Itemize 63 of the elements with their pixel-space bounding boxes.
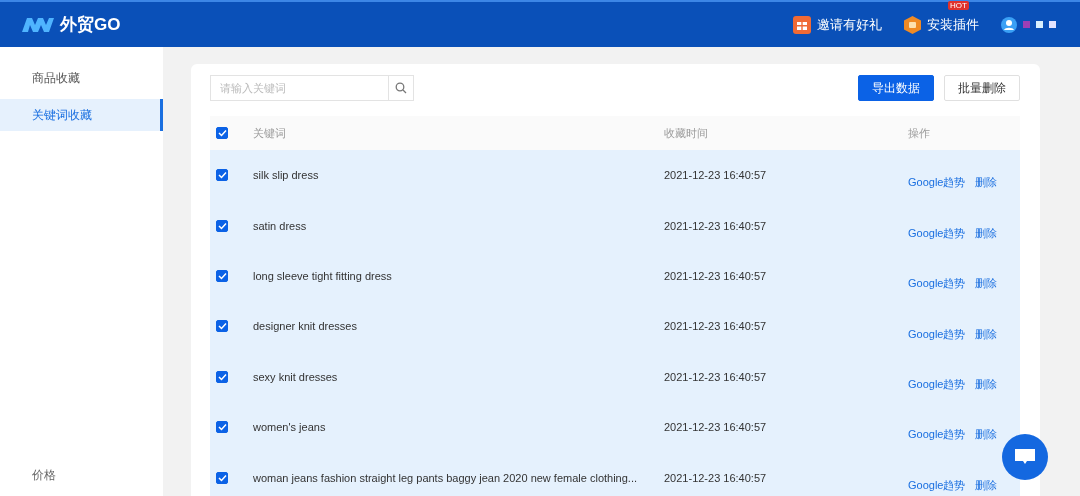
table-cell-text: silk slip dress: [253, 169, 320, 182]
action-link[interactable]: 删除: [975, 376, 998, 392]
header-link[interactable]: 安装插件: [904, 15, 979, 34]
table-cell-text: woman jeans fashion straight leg pants baggy jean 2020 new female clothing...: [253, 471, 639, 484]
action-link[interactable]: 删除: [975, 276, 998, 292]
table-cell-text: sexy knit dresses: [253, 370, 339, 383]
table-row[interactable]: satin dress 2021-12-23 16:40:57 Google趋势 删除: [210, 200, 1020, 251]
action-link[interactable]: Google趋势: [908, 276, 966, 292]
table-row[interactable]: women's jeans 2021-12-23 16:40:57 Google趋势 删除: [210, 401, 1020, 453]
logo-text: 外贸GO: [60, 14, 121, 36]
export-button[interactable]: 导出数据: [858, 75, 934, 101]
gift-icon: [793, 15, 811, 34]
table-cell-text: 2021-12-23 16:40:57: [664, 471, 768, 484]
table-row[interactable]: designer knit dresses 2021-12-23 16:40:57 Google趋势 删除: [210, 301, 1020, 352]
action-link[interactable]: Google趋势: [908, 376, 966, 392]
sidebar-item[interactable]: 商品收藏: [0, 62, 163, 94]
search-field[interactable]: 请输入关键词: [210, 75, 388, 101]
avatar-icon[interactable]: [1001, 16, 1017, 33]
table-cell-text: 2021-12-23 16:40:57: [664, 370, 768, 383]
table-cell-text: satin dress: [253, 219, 308, 232]
logo-icon: [22, 17, 54, 32]
column-header: 操作: [908, 125, 931, 141]
chat-icon: [1014, 448, 1036, 466]
action-link[interactable]: Google趋势: [908, 175, 966, 191]
sidebar-item[interactable]: 价格: [0, 467, 163, 484]
table-cell-text: 2021-12-23 16:40:57: [664, 169, 768, 182]
action-link[interactable]: Google趋势: [908, 326, 966, 342]
checkbox[interactable]: [216, 127, 228, 139]
table-row[interactable]: woman jeans fashion straight leg pants baggy jean 2020 new female clothing... 2021-12-23 16:40:57 Google趋势 删除: [210, 452, 1020, 496]
checkbox[interactable]: [216, 421, 228, 434]
sidebar-item[interactable]: 关键词收藏: [0, 99, 163, 131]
table-cell-text: 2021-12-23 16:40:57: [664, 219, 768, 232]
checkbox[interactable]: [216, 320, 228, 333]
action-link[interactable]: 删除: [975, 175, 998, 191]
delete-button[interactable]: 批量删除: [944, 75, 1020, 101]
column-header: 收藏时间: [664, 125, 709, 141]
action-link[interactable]: Google趋势: [908, 427, 966, 443]
hot-badge: HOT: [948, 1, 969, 10]
table-cell-text: designer knit dresses: [253, 320, 358, 333]
hexagon-icon: [904, 15, 921, 34]
header-link[interactable]: 邀请有好礼: [793, 15, 882, 34]
checkbox[interactable]: [216, 219, 228, 232]
table-cell-text: women's jeans: [253, 421, 327, 434]
table-cell-text: long sleeve tight fitting dress: [253, 269, 393, 282]
table-row[interactable]: long sleeve tight fitting dress 2021-12-23 16:40:57 Google趋势 删除: [210, 250, 1020, 302]
action-link[interactable]: Google趋势: [908, 477, 966, 493]
search-icon: [395, 82, 407, 94]
checkbox[interactable]: [216, 169, 228, 182]
table-row[interactable]: sexy knit dresses 2021-12-23 16:40:57 Google趋势 删除: [210, 351, 1020, 402]
action-link[interactable]: 删除: [975, 326, 998, 342]
table-cell-text: 2021-12-23 16:40:57: [664, 269, 768, 282]
table-cell-text: 2021-12-23 16:40:57: [664, 320, 768, 333]
column-header: 关键词: [253, 125, 287, 141]
search-button[interactable]: [388, 75, 414, 101]
checkbox[interactable]: [216, 370, 228, 383]
checkbox[interactable]: [216, 471, 228, 484]
checkbox[interactable]: [216, 269, 228, 282]
action-link[interactable]: 删除: [975, 477, 998, 493]
action-link[interactable]: 删除: [975, 427, 998, 443]
table-cell-text: 2021-12-23 16:40:57: [664, 421, 768, 434]
action-link[interactable]: Google趋势: [908, 225, 966, 241]
table-row[interactable]: silk slip dress 2021-12-23 16:40:57 Google趋势 删除: [210, 150, 1020, 201]
action-link[interactable]: 删除: [975, 225, 998, 241]
